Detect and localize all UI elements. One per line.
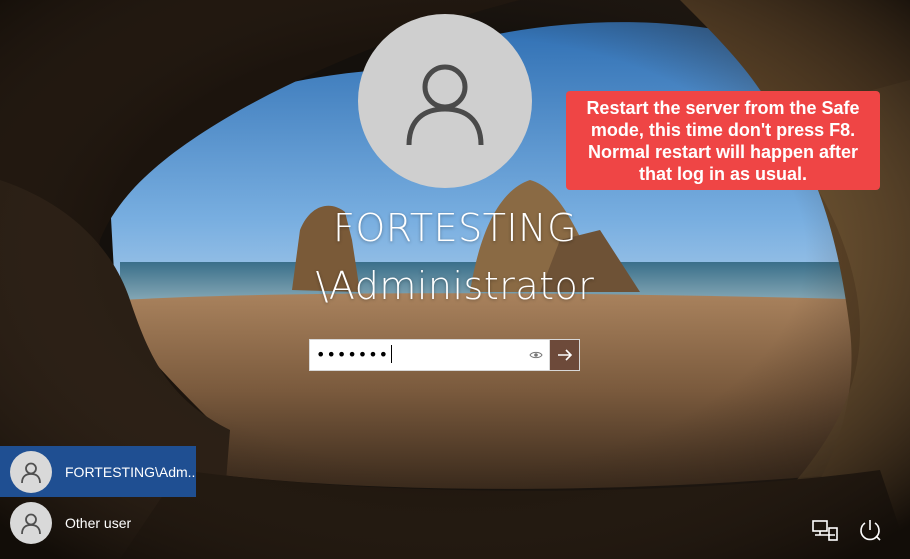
user-silhouette-icon — [21, 513, 41, 534]
user-list-item-administrator[interactable]: FORTESTING\Adm... — [0, 446, 196, 497]
arrow-right-icon — [557, 349, 572, 361]
power-icon[interactable] — [855, 515, 885, 545]
network-icon[interactable] — [810, 515, 840, 545]
password-field[interactable]: ••••••• — [309, 339, 580, 371]
user-avatar-large — [358, 14, 532, 188]
avatar — [10, 501, 52, 544]
avatar — [10, 450, 52, 493]
account-domain: FORTESTING — [332, 206, 578, 250]
user-silhouette-icon — [406, 64, 484, 146]
password-masked-value: ••••••• — [316, 344, 390, 364]
user-list-item-label: Other user — [65, 514, 132, 531]
text-caret — [391, 345, 393, 363]
user-silhouette-icon — [21, 462, 41, 483]
submit-button[interactable] — [549, 340, 579, 370]
instruction-callout: Restart the server from the Safe mode, t… — [566, 91, 880, 190]
instruction-callout-text: Restart the server from the Safe mode, t… — [586, 97, 860, 184]
user-list-item-label: FORTESTING\Adm... — [65, 463, 196, 480]
password-input[interactable]: ••••••• — [310, 339, 527, 371]
eye-icon[interactable] — [527, 346, 545, 364]
account-username: \Administrator — [315, 264, 595, 308]
user-list-item-other-user[interactable]: Other user — [0, 497, 196, 548]
